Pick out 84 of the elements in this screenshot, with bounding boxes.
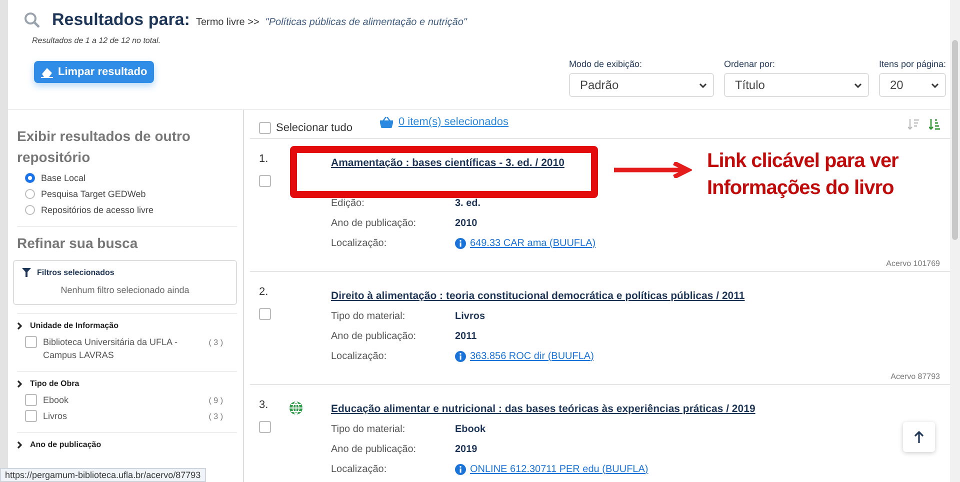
- facet-title[interactable]: Tipo de Obra: [30, 379, 80, 388]
- field-label: Tipo do material:: [331, 310, 406, 322]
- option-count: ( 3 ): [208, 337, 223, 349]
- field-label: Ano de publicação:: [331, 330, 418, 342]
- facet-option: Livros: [43, 410, 183, 423]
- checkbox[interactable]: [25, 336, 37, 348]
- results-count: Resultados de 1 a 12 de 12 no total.: [32, 36, 162, 45]
- chevron-right-icon: [17, 440, 22, 448]
- select-label: Ordenar por:: [724, 59, 776, 69]
- basket-icon: [380, 116, 394, 128]
- chevron-down-icon: [698, 82, 707, 88]
- dropdown[interactable]: Padrão: [568, 73, 714, 97]
- location-link[interactable]: ONLINE 612.30711 PER edu (BUUFLA): [455, 464, 648, 474]
- scroll-top-button[interactable]: [903, 422, 935, 452]
- chevron-right-icon: [17, 380, 22, 388]
- radio-button[interactable]: [25, 173, 35, 183]
- arrow-up-icon: [914, 431, 924, 443]
- page-title: Resultados para:: [52, 10, 190, 30]
- facet-option: Biblioteca Universitária da UFLA - Campus LAVRAS: [43, 336, 183, 362]
- radio-label: Base Local: [41, 173, 86, 183]
- info-icon: [455, 350, 466, 362]
- radio-label: Repositórios de acesso livre: [41, 205, 154, 215]
- field-value: 2010: [455, 218, 478, 228]
- checkbox[interactable]: [25, 410, 37, 422]
- annotation-text: Link clicável para ver Informações do livro: [707, 149, 898, 201]
- facet-option: Ebook: [43, 394, 183, 407]
- dropdown[interactable]: 20: [878, 73, 946, 97]
- facet-title[interactable]: Ano de publicação: [30, 440, 102, 449]
- select-label: Modo de exibição:: [568, 59, 643, 69]
- chevron-down-icon: [854, 82, 862, 88]
- option-count: ( 9 ): [208, 395, 223, 407]
- location-link[interactable]: 649.33 CAR ama (BUUFLA): [455, 238, 596, 248]
- search-icon: [24, 12, 40, 28]
- checkbox[interactable]: [259, 308, 271, 320]
- section-heading: Refinar sua busca: [17, 226, 237, 254]
- field-label: Ano de publicação:: [331, 444, 418, 454]
- field-value: Livros: [455, 310, 486, 322]
- field-label: Ano de publicação:: [331, 218, 418, 228]
- sort-icon: [929, 118, 940, 130]
- checkbox[interactable]: [25, 394, 37, 406]
- chevron-down-icon: [930, 82, 939, 88]
- record-number: Acervo 87793: [890, 372, 940, 381]
- result-title-link[interactable]: Amamentação : bases científicas - 3. ed. / 2010: [331, 157, 564, 169]
- radio-button[interactable]: [25, 189, 35, 199]
- info-icon: [455, 464, 466, 474]
- dropdown[interactable]: Título: [724, 73, 869, 97]
- result-title-link[interactable]: Educação alimentar e nutricional : das bases teóricas às experiências práticas / 2019: [331, 403, 756, 415]
- field-label: Tipo do material:: [331, 424, 406, 434]
- field-label: Localização:: [331, 238, 388, 248]
- result-number: 3.: [259, 399, 270, 411]
- empty-filters-text: Nenhum filtro selecionado ainda: [60, 285, 190, 295]
- checkbox[interactable]: [259, 421, 271, 433]
- radio-label: Pesquisa Target GEDWeb: [41, 189, 146, 199]
- result-title-link[interactable]: Direito à alimentação : teoria constitucional democrática e políticas públicas / 2011: [331, 290, 745, 302]
- field-label: Localização:: [331, 350, 388, 362]
- facet-title[interactable]: Unidade de Informação: [30, 321, 118, 330]
- field-value: 2011: [455, 330, 477, 342]
- select-all-label: Selecionar tudo: [276, 122, 352, 134]
- chevron-right-icon: [17, 322, 22, 330]
- radio-button[interactable]: [25, 205, 35, 215]
- result-number: 2.: [259, 286, 270, 298]
- field-label: Edição:: [331, 198, 366, 208]
- select-label: Itens por página:: [878, 59, 946, 69]
- record-number: Acervo 101769: [885, 259, 940, 268]
- field-value: 3. ed.: [455, 198, 481, 208]
- status-url: https://pergamum-biblioteca.ufla.br/acervo/87793: [0, 468, 206, 482]
- info-icon: [455, 238, 466, 248]
- option-count: ( 3 ): [208, 411, 223, 423]
- checkbox[interactable]: [259, 122, 271, 134]
- search-term: "Políticas públicas de alimentação e nutrição": [265, 17, 467, 28]
- field-value: 2019: [455, 444, 478, 454]
- eraser-icon: [41, 66, 53, 78]
- scrollbar[interactable]: [950, 0, 960, 482]
- filters-title: Filtros selecionados: [37, 268, 114, 277]
- checkbox[interactable]: [259, 175, 271, 187]
- field-value: Ebook: [455, 424, 486, 434]
- filter-icon: [22, 268, 31, 277]
- sort-icon: [908, 118, 919, 130]
- term-label: Termo livre >>: [196, 17, 260, 28]
- selected-items-link[interactable]: 0 item(s) selecionados: [380, 116, 509, 128]
- location-link[interactable]: 363.856 ROC dir (BUUFLA): [455, 350, 594, 362]
- section-heading: Exibir resultados de outro repositório: [17, 127, 192, 167]
- result-number: 1.: [259, 153, 270, 165]
- field-label: Localização:: [331, 464, 388, 474]
